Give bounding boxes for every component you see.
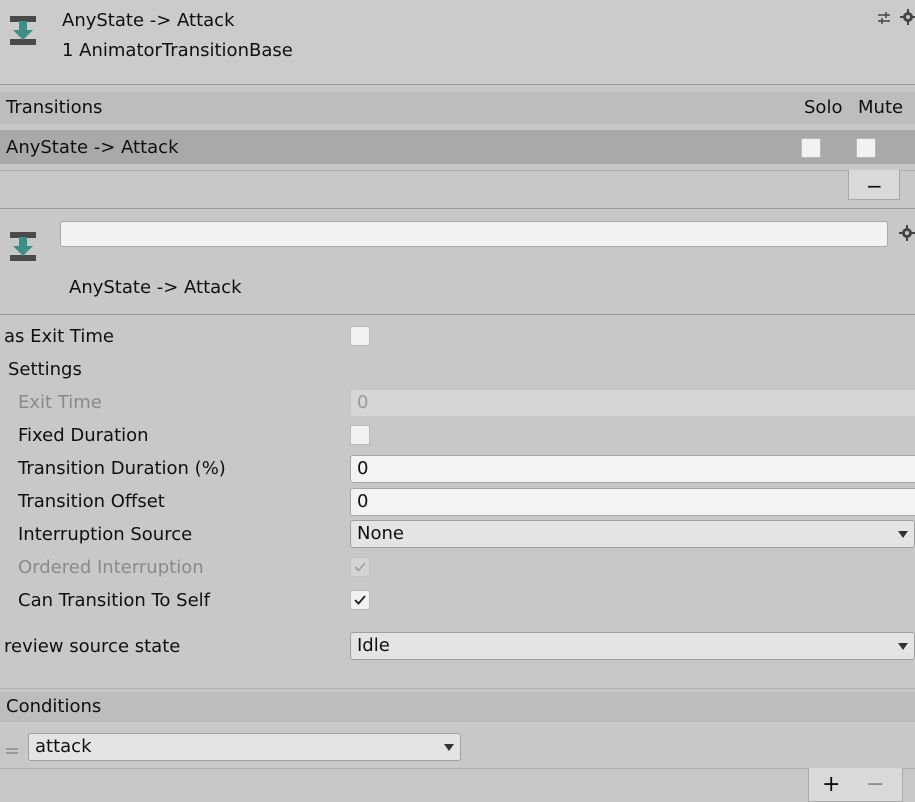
fixed-duration-label: Fixed Duration	[18, 425, 149, 446]
gear-icon[interactable]	[899, 224, 915, 242]
exit-time-field: 0	[350, 389, 915, 417]
can-transition-to-self-label: Can Transition To Self	[18, 590, 211, 611]
solo-checkbox[interactable]	[801, 138, 821, 158]
divider	[0, 84, 915, 85]
settings-foldout[interactable]: Settings	[8, 359, 82, 381]
transitions-header-label: Transitions	[6, 97, 103, 118]
divider	[0, 688, 915, 689]
remove-condition-button[interactable]: −	[866, 774, 884, 796]
list-footer-line	[0, 170, 915, 171]
checkmark-icon	[354, 562, 366, 572]
mute-column-label: Mute	[858, 97, 904, 118]
list-footer-line	[0, 768, 915, 769]
transition-duration-field[interactable]: 0	[350, 455, 915, 483]
has-exit-time-checkbox[interactable]	[350, 326, 370, 346]
ordered-interruption-checkbox	[350, 557, 370, 577]
add-condition-button[interactable]: +	[822, 774, 840, 796]
transition-duration-label: Transition Duration (%)	[18, 458, 226, 479]
chevron-down-icon	[444, 744, 454, 751]
exit-time-label: Exit Time	[18, 392, 102, 413]
header-title: AnyState -> Attack	[62, 10, 235, 31]
presets-icon[interactable]	[876, 10, 892, 26]
interruption-source-value: None	[357, 523, 404, 544]
solo-column-label: Solo	[804, 97, 843, 118]
can-transition-to-self-checkbox[interactable]	[350, 590, 370, 610]
condition-parameter-dropdown[interactable]: attack	[28, 733, 461, 761]
mute-checkbox[interactable]	[856, 138, 876, 158]
has-exit-time-label: as Exit Time	[4, 326, 114, 347]
divider	[0, 208, 915, 209]
ordered-interruption-label: Ordered Interruption	[18, 557, 204, 578]
condition-parameter-value: attack	[35, 736, 92, 757]
interruption-source-dropdown[interactable]: None	[350, 520, 915, 548]
preview-source-state-value: Idle	[357, 635, 390, 656]
transitions-list-header	[0, 92, 915, 124]
remove-transition-button[interactable]: −	[866, 175, 883, 197]
transition-offset-field[interactable]: 0	[350, 488, 915, 516]
transition-row-label: AnyState -> Attack	[6, 137, 179, 158]
animator-transition-icon	[8, 12, 38, 48]
conditions-header	[0, 692, 915, 722]
transition-offset-label: Transition Offset	[18, 491, 165, 512]
transition-icon	[8, 228, 38, 264]
chevron-down-icon	[898, 531, 908, 538]
preview-source-state-label: review source state	[4, 636, 181, 657]
conditions-header-label: Conditions	[6, 696, 102, 717]
transition-name-input[interactable]	[60, 221, 888, 247]
preview-source-state-dropdown[interactable]: Idle	[350, 632, 915, 660]
gear-icon[interactable]	[900, 8, 915, 26]
checkmark-icon	[354, 595, 366, 605]
interruption-source-label: Interruption Source	[18, 524, 193, 545]
drag-handle-icon[interactable]	[6, 740, 18, 754]
header-subtitle: 1 AnimatorTransitionBase	[62, 40, 293, 61]
fixed-duration-checkbox[interactable]	[350, 425, 370, 445]
transition-title: AnyState -> Attack	[69, 277, 242, 298]
divider	[0, 314, 915, 315]
chevron-down-icon	[898, 643, 908, 650]
